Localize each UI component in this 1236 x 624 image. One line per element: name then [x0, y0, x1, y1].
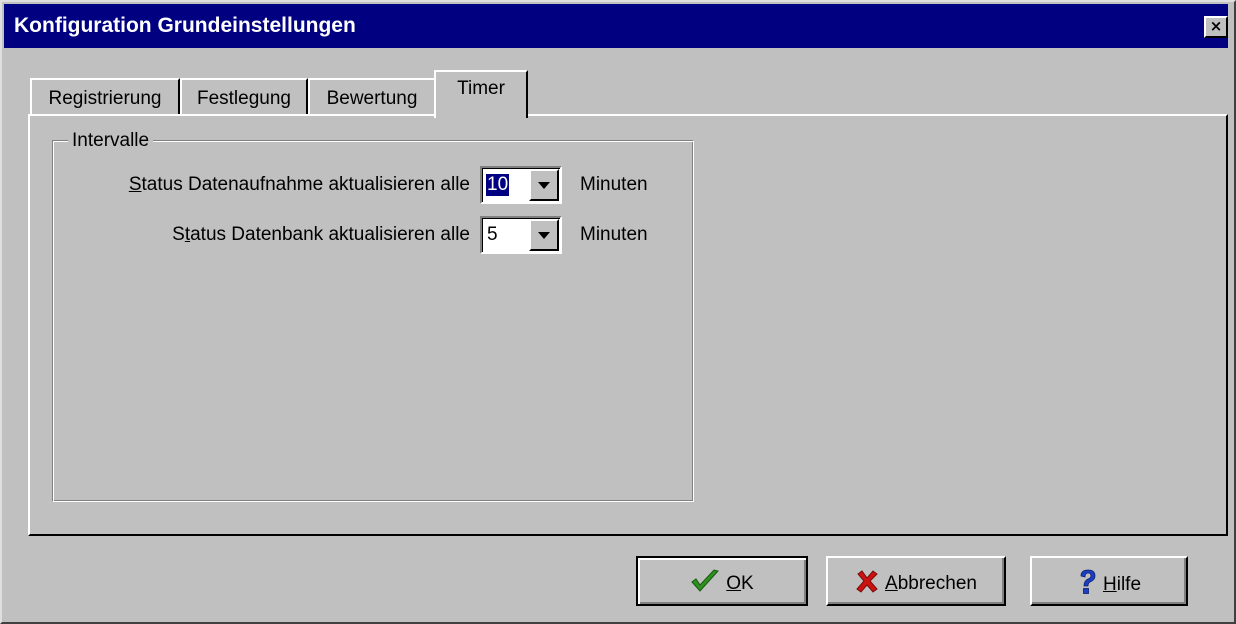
close-icon: × [1209, 17, 1223, 35]
tab-label: Registrierung [48, 88, 162, 109]
combobox-value[interactable]: 10 [486, 174, 510, 196]
close-button[interactable]: × [1204, 16, 1228, 38]
tab-label: Festlegung [196, 88, 291, 109]
dropdown-arrow-button[interactable] [529, 219, 559, 251]
window-title: Konfiguration Grundeinstellungen [14, 14, 356, 37]
checkmark-icon [690, 569, 720, 599]
ok-label: OK [726, 573, 754, 594]
cancel-button[interactable]: Abbrechen [826, 556, 1006, 606]
status-datenaufnahme-label: Status Datenaufnahme aktualisieren alle [129, 174, 470, 196]
tab-label: Bewertung [326, 88, 418, 109]
status-datenbank-label: Status Datenbank aktualisieren alle [172, 224, 470, 246]
groupbox-title: Intervalle [68, 130, 154, 152]
ok-button[interactable]: OK [636, 556, 808, 606]
cross-icon [855, 569, 879, 599]
tab-registrierung[interactable]: Registrierung [30, 78, 180, 114]
tab-timer[interactable]: Timer [434, 70, 528, 118]
datenaufnahme-interval-combobox[interactable]: 10 [480, 166, 562, 204]
help-button[interactable]: Hilfe [1030, 556, 1188, 606]
unit-label: Minuten [580, 174, 648, 195]
combobox-value[interactable]: 5 [486, 224, 499, 246]
tab-label: Timer [457, 78, 505, 99]
label-mnemonic: S [128, 174, 142, 195]
question-mark-icon [1077, 569, 1097, 601]
tab-bewertung[interactable]: Bewertung [308, 78, 436, 114]
unit-label: Minuten [580, 224, 648, 245]
cancel-label: Abbrechen [885, 573, 977, 594]
label-text: atus Datenbank aktualisieren alle [190, 224, 470, 245]
title-bar: Konfiguration Grundeinstellungen × [4, 4, 1228, 48]
tab-festlegung[interactable]: Festlegung [180, 78, 308, 114]
label-text-start: S [172, 224, 185, 245]
dropdown-arrow-button[interactable] [529, 169, 559, 201]
datenbank-interval-combobox[interactable]: 5 [480, 216, 562, 254]
label-text: tatus Datenaufnahme aktualisieren alle [141, 174, 470, 195]
help-label: Hilfe [1102, 574, 1142, 595]
